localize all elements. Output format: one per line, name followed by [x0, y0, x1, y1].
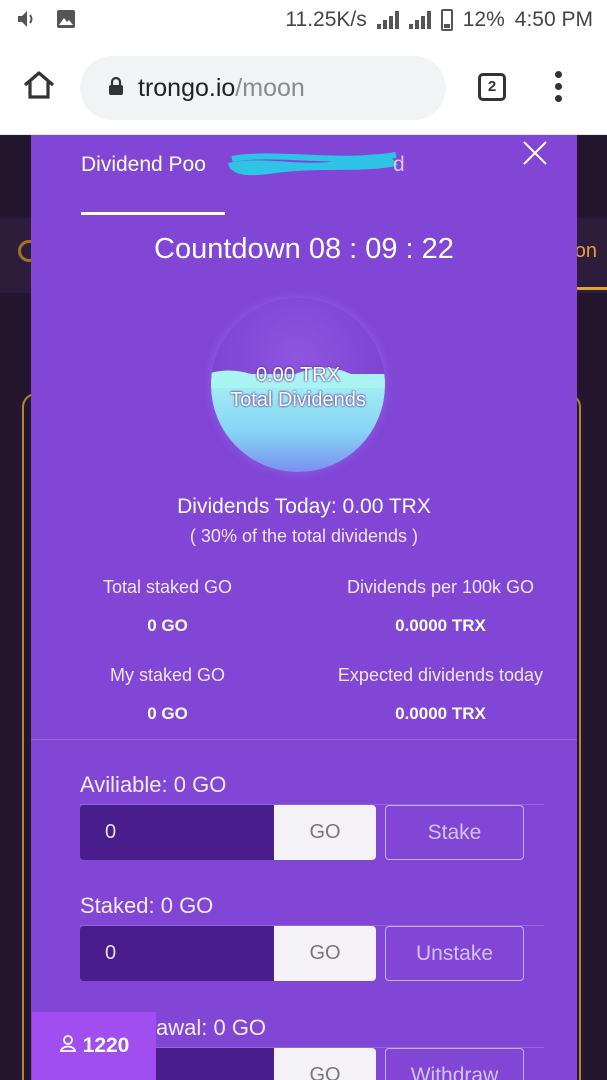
countdown-timer: Countdown 08 : 09 : 22: [154, 233, 454, 265]
stat-expected-label: Expected dividends today: [337, 665, 544, 685]
clock: 4:50 PM: [514, 8, 593, 31]
stake-button[interactable]: Stake: [385, 805, 524, 860]
stake-amount-input[interactable]: 0: [80, 805, 276, 860]
signal-h-icon: [408, 11, 431, 29]
lock-icon: [108, 74, 124, 103]
stat-my-staked-label: My staked GO: [109, 665, 226, 685]
orb-value: 0.00 TRX: [255, 364, 341, 386]
online-count: 1220: [82, 1034, 130, 1057]
dividends-orb: 0.00 TRX Total Dividends: [211, 298, 385, 472]
overflow-menu-icon[interactable]: [555, 71, 562, 102]
unstake-unit: GO: [274, 926, 376, 981]
dividends-today: Dividends Today: 0.00 TRX: [177, 495, 431, 518]
address-bar[interactable]: trongo.io/moon: [80, 56, 446, 120]
unstake-button[interactable]: Unstake: [385, 926, 524, 981]
tab-switcher-button[interactable]: 2: [478, 73, 506, 101]
tab-dividend-pool[interactable]: Dividend Poo: [81, 153, 206, 177]
withdraw-button[interactable]: Withdraw: [385, 1048, 524, 1080]
dividends-note: ( 30% of the total dividends ): [189, 526, 419, 546]
withdrawal-label: awal: 0 GO: [156, 1015, 267, 1040]
url-host: trongo.io: [138, 73, 236, 102]
user-icon: [59, 1034, 77, 1058]
stat-my-staked-value: 0 GO: [147, 704, 188, 723]
close-icon[interactable]: [521, 139, 549, 172]
net-speed: 11.25K/s: [285, 8, 367, 31]
online-users-chip[interactable]: 1220: [32, 1012, 156, 1080]
available-label: Aviliable: 0 GO: [80, 772, 227, 797]
stat-total-staked-value: 0 GO: [147, 616, 188, 635]
stat-per-100k-label: Dividends per 100k GO: [346, 577, 535, 597]
stat-per-100k-value: 0.0000 TRX: [395, 616, 486, 635]
page-tab-underline: [575, 287, 607, 290]
url-path: /moon: [235, 73, 305, 102]
status-bar: 11.25K/s 12% 4:50 PM: [0, 0, 607, 40]
browser-toolbar: trongo.io/moon 2: [0, 40, 607, 135]
home-icon[interactable]: [22, 70, 56, 105]
redaction-scribble: [228, 152, 398, 176]
gallery-icon: [56, 9, 76, 34]
tab-partial-label[interactable]: d: [393, 153, 405, 177]
signal-icon: [376, 11, 399, 29]
stat-total-staked-label: Total staked GO: [102, 577, 233, 597]
battery-icon: [440, 9, 453, 31]
battery-percent: 12%: [462, 8, 505, 31]
withdraw-unit: GO: [274, 1048, 376, 1080]
active-tab-underline: [81, 212, 225, 215]
unstake-amount-input[interactable]: 0: [80, 926, 276, 981]
staked-label: Staked: 0 GO: [80, 893, 214, 918]
stat-expected-value: 0.0000 TRX: [395, 704, 486, 723]
stake-unit: GO: [274, 805, 376, 860]
volume-icon: [16, 9, 38, 34]
orb-label: Total Dividends: [230, 389, 366, 411]
dividend-modal: Dividend Poo d Countdown 08 : 09 : 22 0.…: [31, 135, 577, 1080]
page-tab-partial[interactable]: on: [575, 240, 597, 263]
section-divider: [31, 739, 577, 740]
